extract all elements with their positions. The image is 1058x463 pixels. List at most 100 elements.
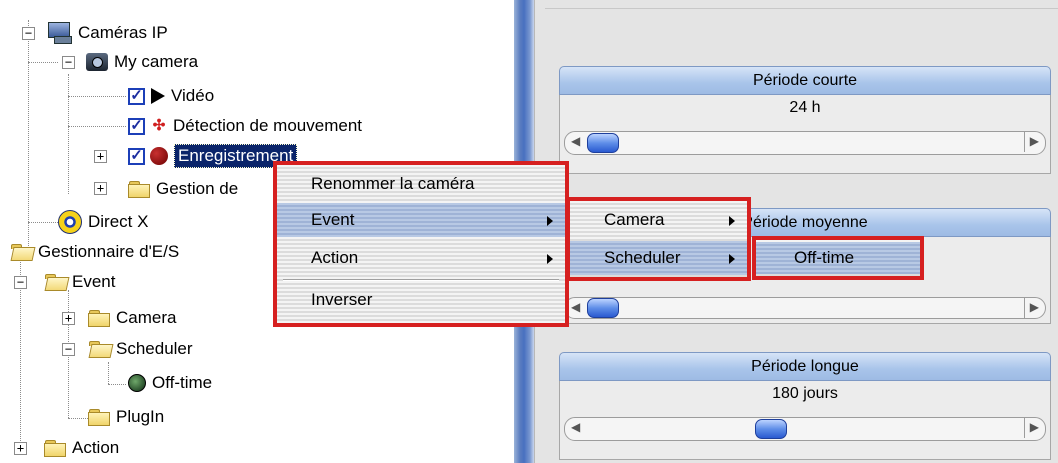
collapse-toggle[interactable]: − (22, 27, 35, 40)
submenu-arrow-icon (729, 254, 735, 264)
expand-toggle[interactable]: + (14, 442, 27, 455)
tree-item-label: My camera (114, 52, 199, 71)
tree-item-label: Off-time (152, 373, 213, 392)
event-submenu: Camera Scheduler (566, 197, 751, 281)
tree-item-my-camera[interactable]: My camera (86, 49, 198, 75)
tree-item-label: Action (72, 438, 120, 457)
scroll-right-icon[interactable]: ▶ (1023, 418, 1039, 438)
enabled-checkbox[interactable]: ✓ (128, 147, 145, 165)
scroll-left-icon[interactable]: ◀ (571, 420, 580, 434)
period-value: 180 jours (772, 385, 838, 402)
menu-item-label: Event (311, 210, 355, 229)
medium-period-slider[interactable]: ◀ ▶ (564, 297, 1046, 319)
menu-item-event[interactable]: Event (277, 203, 565, 237)
menu-item-label: Scheduler (604, 248, 681, 267)
folder-open-icon (10, 244, 36, 261)
slider-thumb[interactable] (587, 133, 619, 153)
tree-item-camera[interactable]: Camera (88, 305, 176, 331)
submenu-arrow-icon (547, 216, 553, 226)
tree-item-management[interactable]: Gestion de (128, 176, 238, 202)
tree-item-offtime[interactable]: Off-time (128, 370, 212, 396)
tree-item-label: Caméras IP (78, 23, 168, 42)
tree-line (28, 20, 29, 250)
play-icon (151, 88, 165, 104)
group-title: Période longue (559, 352, 1051, 381)
tree-item-label: Direct X (88, 212, 149, 231)
tree-item-label: PlugIn (116, 407, 165, 426)
collapse-toggle[interactable]: − (62, 343, 75, 356)
tree-line (68, 418, 88, 419)
menu-item-label: Camera (604, 210, 665, 229)
tree-line (68, 126, 126, 127)
folder-icon (88, 310, 110, 327)
context-menu: Renommer la caméra Event Action Inverser (273, 161, 569, 327)
enabled-checkbox[interactable]: ✓ (128, 87, 145, 105)
schedule-icon (128, 374, 146, 392)
directx-icon (58, 210, 82, 234)
tree-item-label: Scheduler (116, 339, 193, 358)
tree-line (108, 384, 126, 385)
tree-item-motion-detection[interactable]: ✓ ✣ Détection de mouvement (128, 113, 362, 139)
slider-thumb[interactable] (587, 298, 619, 318)
long-period-slider[interactable]: ◀ ▶ (564, 417, 1046, 441)
long-period-group: Période longue 180 jours ◀ ▶ (559, 352, 1051, 460)
tree-item-label: Event (72, 272, 116, 291)
period-value: 24 h (789, 99, 821, 116)
tree-line (28, 62, 58, 63)
folder-open-icon (88, 341, 114, 358)
tree-item-label: Gestion de (156, 179, 239, 198)
expand-toggle[interactable]: + (94, 182, 107, 195)
collapse-toggle[interactable]: − (62, 56, 75, 69)
camera-icon (86, 53, 108, 71)
slider-thumb[interactable] (755, 419, 787, 439)
scroll-left-icon[interactable]: ◀ (571, 134, 580, 148)
tree-line (20, 262, 21, 447)
collapse-toggle[interactable]: − (14, 276, 27, 289)
menu-item-invert[interactable]: Inverser (277, 283, 565, 317)
tree-item-label: Camera (116, 308, 177, 327)
tree-item-scheduler[interactable]: Scheduler (88, 336, 193, 362)
folder-icon (44, 440, 66, 457)
group-body: 24 h ◀ ▶ (559, 95, 1051, 174)
tree-item-label: Gestionnaire d'E/S (38, 242, 180, 261)
folder-icon (128, 181, 150, 198)
submenu-arrow-icon (547, 254, 553, 264)
expand-toggle[interactable]: + (62, 312, 75, 325)
tree-item-action[interactable]: Action (44, 435, 119, 461)
tree-item-label: Vidéo (171, 86, 215, 105)
menu-item-scheduler[interactable]: Scheduler (570, 241, 747, 275)
tree-item-plugin[interactable]: PlugIn (88, 404, 164, 430)
tree-line (108, 362, 109, 384)
group-title: Période courte (559, 66, 1051, 95)
folder-icon (88, 409, 110, 426)
menu-item-action[interactable]: Action (277, 241, 565, 275)
scheduler-submenu: Off-time (752, 236, 924, 280)
tree-item-io-manager[interactable]: Gestionnaire d'E/S (10, 239, 179, 265)
enabled-checkbox[interactable]: ✓ (128, 117, 145, 135)
tree-item-video[interactable]: ✓ Vidéo (128, 83, 214, 109)
expand-toggle[interactable]: + (94, 150, 107, 163)
menu-item-camera[interactable]: Camera (570, 203, 747, 237)
menu-item-label: Action (311, 248, 359, 267)
tree-item-recording[interactable]: ✓ Enregistrement (128, 143, 298, 169)
scroll-right-icon[interactable]: ▶ (1023, 298, 1039, 318)
menu-separator (283, 279, 559, 281)
ip-camera-icon (48, 22, 72, 44)
menu-item-offtime[interactable]: Off-time (756, 242, 920, 274)
short-period-slider[interactable]: ◀ ▶ (564, 131, 1046, 155)
scroll-left-icon[interactable]: ◀ (571, 300, 580, 314)
tree-item-ip-cameras[interactable]: Caméras IP (48, 20, 168, 46)
menu-item-rename[interactable]: Renommer la caméra (277, 167, 565, 201)
tree-item-label: Détection de mouvement (173, 116, 362, 135)
tree-item-event[interactable]: Event (44, 269, 115, 295)
tree-line (68, 96, 126, 97)
short-period-group: Période courte 24 h ◀ ▶ (559, 66, 1051, 174)
motion-icon: ✣ (152, 117, 166, 134)
tree-line (28, 222, 58, 223)
tree-item-directx[interactable]: Direct X (58, 209, 148, 235)
tree-line (68, 74, 69, 194)
folder-open-icon (44, 274, 70, 291)
submenu-arrow-icon (729, 216, 735, 226)
record-icon (150, 147, 168, 165)
scroll-right-icon[interactable]: ▶ (1023, 132, 1039, 152)
